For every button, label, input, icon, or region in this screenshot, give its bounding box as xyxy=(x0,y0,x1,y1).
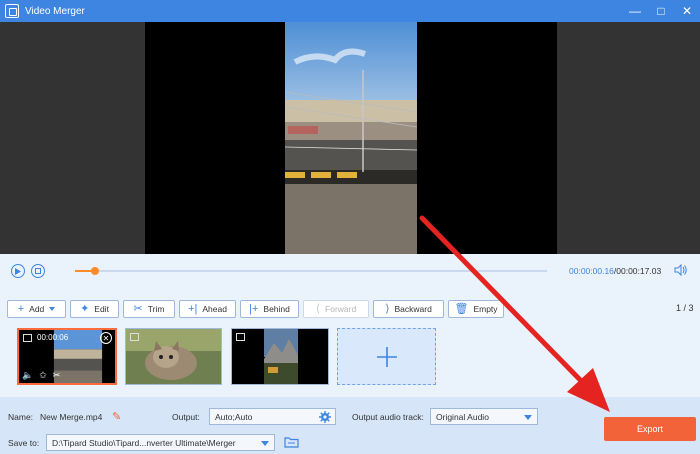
app-logo-icon xyxy=(5,4,19,18)
export-button[interactable]: Export xyxy=(604,417,696,441)
minimize-icon[interactable]: — xyxy=(622,0,648,22)
plus-icon xyxy=(376,346,397,367)
current-time: 00:00:00.16 xyxy=(569,266,614,276)
backward-label: Backward xyxy=(394,304,432,314)
ahead-button[interactable]: +| Ahead xyxy=(179,300,236,318)
trim-button[interactable]: ✂ Trim xyxy=(123,300,175,318)
scissors-icon[interactable]: ✂ xyxy=(53,370,61,381)
gear-icon[interactable] xyxy=(319,411,331,423)
forward-label: Forward xyxy=(325,304,357,314)
clip-strip: 00:00:06 ✕ 🔈 ✩ ✂ xyxy=(0,328,700,386)
clip-item[interactable] xyxy=(231,328,329,385)
progress-handle[interactable] xyxy=(90,267,99,275)
pencil-icon[interactable]: ✎ xyxy=(112,410,121,423)
output-label: Output: xyxy=(172,412,200,422)
chevron-down-icon xyxy=(49,307,56,311)
volume-icon[interactable]: 🔈 xyxy=(22,370,33,381)
maximize-icon[interactable]: □ xyxy=(648,0,674,22)
clip-controls: 🔈 ✩ ✂ xyxy=(22,370,60,381)
folder-icon[interactable] xyxy=(284,436,299,448)
add-clip-button[interactable] xyxy=(337,328,436,385)
forward-icon: ⟨ xyxy=(315,302,321,315)
name-value: New Merge.mp4 xyxy=(40,412,103,422)
total-time: /00:00:17.03 xyxy=(613,266,662,276)
trim-label: Trim xyxy=(147,304,165,314)
save-path-value: D:\Tipard Studio\Tipard...nverter Ultima… xyxy=(52,437,236,448)
close-icon[interactable]: ✕ xyxy=(674,0,700,22)
behind-button[interactable]: |+ Behind xyxy=(240,300,299,318)
edit-label: Edit xyxy=(94,304,109,314)
save-path-dropdown[interactable]: D:\Tipard Studio\Tipard...nverter Ultima… xyxy=(46,434,275,451)
insert-ahead-icon: +| xyxy=(188,302,198,315)
film-icon xyxy=(130,333,139,341)
trash-icon: 🗑 xyxy=(454,302,469,315)
output-panel: Name: New Merge.mp4 ✎ Output: Auto;Auto … xyxy=(0,397,700,454)
clip-toolbar: + Add ✦ Edit ✂ Trim +| Ahead |+ Behind ⟨… xyxy=(0,300,700,320)
ahead-label: Ahead xyxy=(202,304,227,314)
volume-icon[interactable] xyxy=(674,263,688,278)
empty-label: Empty xyxy=(473,304,498,314)
clip-thumbnail xyxy=(126,329,221,384)
play-button[interactable] xyxy=(11,264,25,278)
behind-label: Behind xyxy=(263,304,290,314)
window-title: Video Merger xyxy=(25,5,85,17)
forward-button[interactable]: ⟨ Forward xyxy=(303,300,369,318)
stop-icon xyxy=(35,268,41,274)
output-format-field[interactable]: Auto;Auto xyxy=(209,408,336,425)
output-format-value: Auto;Auto xyxy=(215,411,253,422)
name-label: Name: xyxy=(8,412,34,422)
clip-thumbnail xyxy=(264,329,298,384)
edit-button[interactable]: ✦ Edit xyxy=(70,300,119,318)
video-preview xyxy=(0,22,700,254)
clip-duration: 00:00:06 xyxy=(37,333,69,342)
video-frame xyxy=(285,22,417,254)
film-icon xyxy=(23,334,32,342)
magic-wand-icon: ✦ xyxy=(80,302,90,315)
add-button[interactable]: + Add xyxy=(7,300,66,318)
effect-icon[interactable]: ✩ xyxy=(39,370,47,381)
clip-item[interactable]: 00:00:06 ✕ 🔈 ✩ ✂ xyxy=(17,328,117,385)
backward-button[interactable]: ⟩ Backward xyxy=(373,300,444,318)
window-controls: — □ ✕ xyxy=(622,0,700,22)
progress-slider[interactable] xyxy=(75,267,547,275)
chevron-down-icon xyxy=(524,415,532,420)
clip-item[interactable] xyxy=(125,328,222,385)
film-icon xyxy=(236,333,245,341)
insert-behind-icon: |+ xyxy=(249,302,259,315)
empty-button[interactable]: 🗑 Empty xyxy=(448,300,504,318)
play-icon xyxy=(15,267,21,275)
playback-bar: 00:00:00.16/00:00:17.03 xyxy=(0,254,700,288)
add-label: Add xyxy=(29,304,45,314)
audio-track-value: Original Audio xyxy=(436,411,489,422)
page-indicator: 1 / 3 xyxy=(676,303,694,313)
chevron-down-icon xyxy=(261,441,269,446)
stop-button[interactable] xyxy=(31,264,45,278)
plus-icon: + xyxy=(17,302,25,315)
audio-track-label: Output audio track: xyxy=(352,412,424,422)
title-bar: Video Merger — □ ✕ xyxy=(0,0,700,22)
time-readout: 00:00:00.16/00:00:17.03 xyxy=(569,266,661,276)
backward-icon: ⟩ xyxy=(385,302,390,315)
audio-track-dropdown[interactable]: Original Audio xyxy=(430,408,538,425)
remove-clip-icon[interactable]: ✕ xyxy=(100,332,112,344)
save-to-label: Save to: xyxy=(8,438,40,448)
scissors-icon: ✂ xyxy=(133,302,143,315)
